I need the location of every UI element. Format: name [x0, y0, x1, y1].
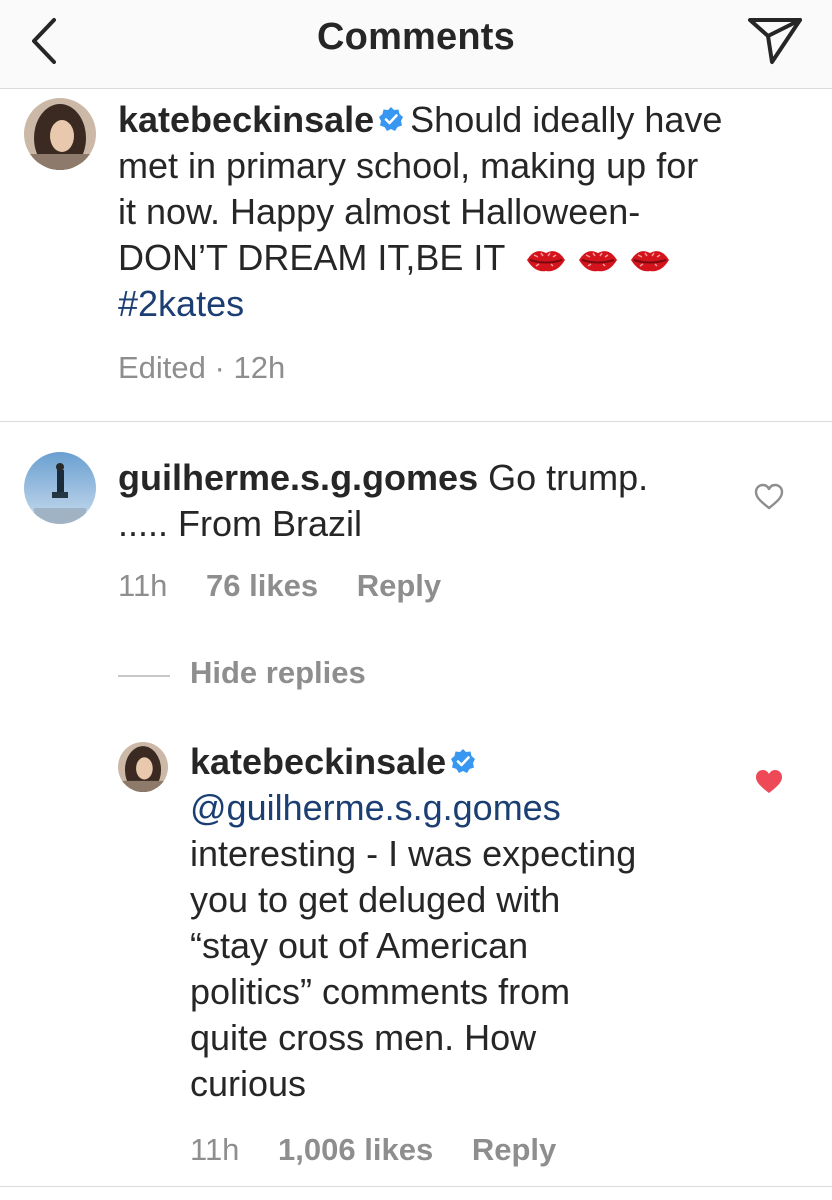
caption-line-4: DON’T DREAM IT,BE IT	[118, 237, 505, 278]
hide-replies-button[interactable]: Hide replies	[190, 655, 366, 691]
paper-plane-icon	[748, 18, 802, 64]
profile-photo-icon	[24, 452, 96, 524]
comment-meta: 11h 76 likes Reply	[118, 568, 441, 604]
reply-username[interactable]: katebeckinsale	[190, 741, 446, 782]
kiss-mark-icon	[578, 251, 617, 272]
avatar[interactable]	[24, 452, 96, 524]
reply-line-1: interesting - I was expecting	[190, 833, 637, 874]
verified-badge-icon	[451, 749, 476, 774]
avatar[interactable]	[24, 98, 96, 170]
caption-line-2: met in primary school, making up for	[118, 145, 699, 186]
liked-heart-icon[interactable]	[754, 768, 784, 796]
caption-text: katebeckinsale Should ideally have met in…	[118, 97, 808, 327]
reply-line-5: quite cross men. How	[190, 1017, 537, 1058]
comment-likes[interactable]: 76 likes	[206, 568, 318, 603]
reply-line-6: curious	[190, 1063, 307, 1104]
like-heart-icon[interactable]	[754, 483, 784, 511]
reply-line-2: you to get deluged with	[190, 879, 561, 920]
caption-meta: Edited · 12h	[118, 350, 285, 386]
edited-label: Edited	[118, 350, 206, 385]
kiss-mark-icon	[630, 251, 669, 272]
profile-photo-icon	[24, 98, 96, 170]
caption-line-3: it now. Happy almost Halloween-	[118, 191, 641, 232]
avatar[interactable]	[118, 742, 168, 792]
page-title: Comments	[317, 16, 515, 58]
kiss-mark-icon	[526, 251, 565, 272]
reply-line-3: “stay out of American	[190, 925, 529, 966]
mention-link[interactable]: @guilherme.s.g.gomes	[190, 787, 561, 828]
reply-meta: 11h 1,006 likes Reply	[190, 1132, 556, 1168]
caption-username[interactable]: katebeckinsale	[118, 99, 374, 140]
caption-time: 12h	[233, 350, 286, 385]
comment-text: guilherme.s.g.gomes Go trump. ..... From…	[118, 455, 718, 547]
replies-divider	[118, 675, 170, 677]
comment-time: 11h	[118, 568, 168, 603]
reply-likes[interactable]: 1,006 likes	[278, 1132, 433, 1167]
hashtag-link[interactable]: #2kates	[118, 283, 244, 324]
bottom-divider	[0, 1186, 832, 1187]
comment-line-1: Go trump.	[488, 457, 649, 498]
caption: katebeckinsale Should ideally have met in…	[0, 88, 832, 422]
profile-photo-icon	[118, 742, 168, 792]
reply-line-4: politics” comments from	[190, 971, 571, 1012]
comment-username[interactable]: guilherme.s.g.gomes	[118, 457, 478, 498]
comment-line-2: ..... From Brazil	[118, 503, 363, 544]
emoji-group	[515, 237, 671, 278]
reply-time: 11h	[190, 1132, 240, 1167]
meta-separator: ·	[214, 350, 225, 385]
reply-button[interactable]: Reply	[472, 1132, 556, 1167]
direct-message-button[interactable]	[746, 14, 804, 68]
top-nav-bar: Comments	[0, 0, 832, 89]
reply-text: katebeckinsale @guilherme.s.g.gomes inte…	[190, 739, 730, 1107]
reply-button[interactable]: Reply	[357, 568, 441, 603]
verified-badge-icon	[379, 107, 404, 132]
caption-line-1: Should ideally have	[410, 99, 723, 140]
